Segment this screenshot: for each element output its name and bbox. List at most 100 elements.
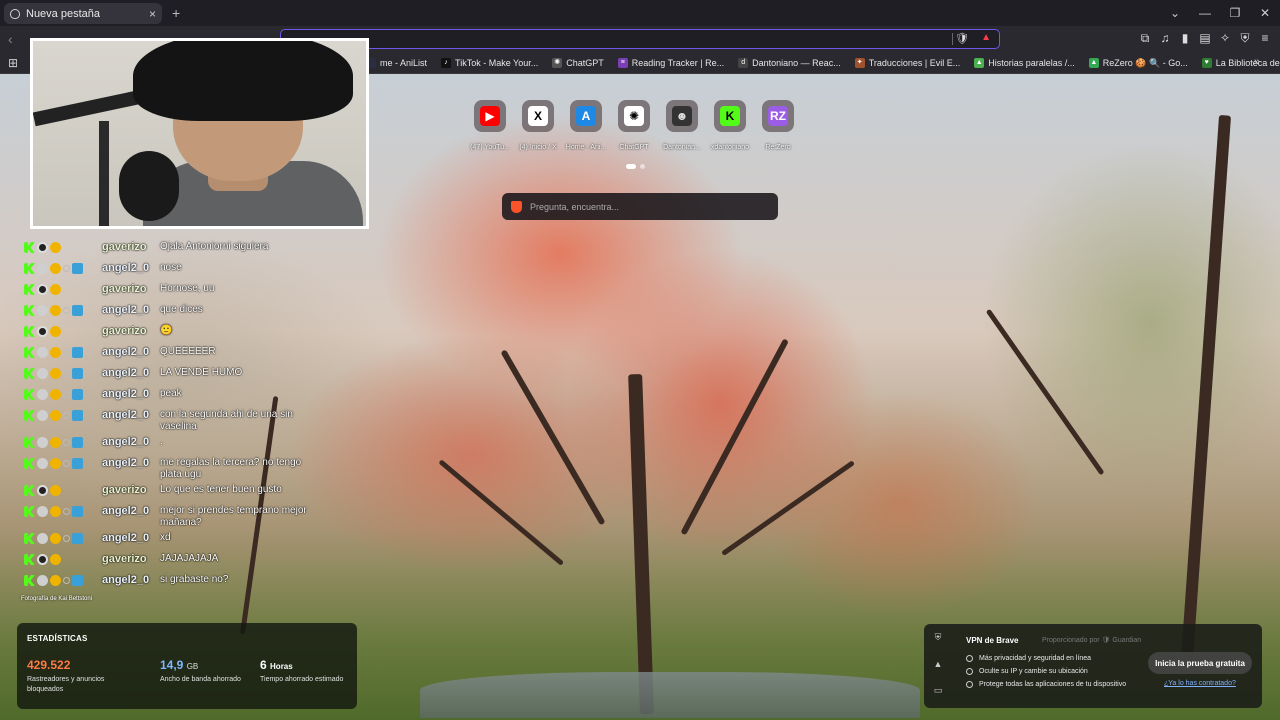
media-icon[interactable]: ♫	[1158, 31, 1172, 46]
chat-message: gaverizo Hornose, uu	[24, 280, 314, 301]
bookmark-item[interactable]: ✺ ChatGPT	[552, 58, 604, 68]
bookmark-favicon-icon: d	[738, 58, 749, 68]
top-site-icon: ▶	[480, 106, 500, 126]
pagination-dots	[626, 164, 645, 169]
address-bar[interactable]: 🛡 ▲	[280, 29, 1000, 49]
chat-message: angel2_0.	[24, 433, 314, 454]
stat-blocked-value: 429.522	[27, 658, 71, 672]
avatar-icon	[37, 410, 48, 421]
tab-search-icon[interactable]: ⌄	[1160, 6, 1190, 20]
bookmark-item[interactable]: d Dantoniano — Reac...	[738, 58, 841, 68]
chat-badges	[24, 301, 102, 320]
top-site-icon: RZ	[768, 106, 788, 126]
bookmark-label: La Biblioteca de Ech...	[1215, 58, 1280, 68]
chat-badges	[24, 385, 102, 404]
top-sites: ▶ (47) YouTu... X (4) Inicio / X A Home - Ani…	[470, 100, 794, 151]
more-bookmarks-icon[interactable]: »	[1254, 56, 1260, 68]
already-subscribed-link[interactable]: ¿Ya lo has contratado?	[1164, 680, 1236, 687]
bookmark-item[interactable]: ♪ TikTok - Make Your...	[441, 58, 538, 68]
leo-ai-icon[interactable]: ✧	[1218, 31, 1232, 46]
kick-icon	[24, 485, 35, 496]
stat-bandwidth-value: 14,9	[160, 658, 184, 672]
chat-badges	[24, 571, 102, 590]
top-site-tile[interactable]: RZ Re:Zero	[762, 100, 794, 151]
vpn-provider: Proporcionado por 🛡 Guardian	[1042, 637, 1142, 644]
avatar-icon	[37, 437, 48, 448]
bookmark-label: Reading Tracker | Re...	[631, 58, 725, 68]
wallet-icon[interactable]: ▤	[1198, 31, 1212, 46]
top-site-tile[interactable]: Kxdantoniano	[711, 100, 749, 151]
address-separator	[952, 33, 953, 45]
window-controls: ⌄ — ❐ ✕	[1160, 0, 1280, 26]
close-tab-icon[interactable]: ×	[149, 7, 156, 21]
verified-icon	[63, 349, 70, 356]
chat-text: Lo que es tener buen gusto	[160, 484, 282, 495]
brave-rewards-icon[interactable]: ▲	[981, 32, 991, 43]
verified-icon	[63, 265, 70, 272]
bookmark-label: TikTok - Make Your...	[455, 58, 539, 68]
start-trial-button[interactable]: Inicia la prueba gratuita	[1148, 652, 1252, 674]
chat-badges	[24, 259, 102, 278]
kick-icon	[24, 575, 35, 586]
kick-icon	[24, 437, 35, 448]
tab-new-tab[interactable]: Nueva pestaña ×	[4, 3, 162, 24]
search-input[interactable]	[530, 201, 769, 212]
chat-text: nose	[160, 262, 182, 273]
bookmark-label: ReZero 🍪 🔍 - Go...	[1102, 57, 1188, 68]
bookmark-item[interactable]: ≡ Reading Tracker | Re...	[617, 58, 725, 68]
alert-icon[interactable]: ▲	[934, 659, 943, 669]
apps-grid-icon[interactable]: ⊞	[8, 56, 18, 70]
avatar-icon	[37, 575, 48, 586]
bookmark-item[interactable]: ✦ Traducciones | Evil E...	[854, 58, 960, 68]
chat-username: angel2_0	[102, 388, 150, 400]
top-site-tile[interactable]: A Home - Ani...	[566, 100, 606, 151]
emote-badge-icon	[72, 347, 83, 358]
verified-icon	[63, 460, 70, 467]
chat-username: angel2_0	[102, 346, 150, 358]
bookmark-item[interactable]: me - AniList	[366, 58, 427, 68]
maximize-button[interactable]: ❐	[1220, 6, 1250, 20]
sidebar-icon[interactable]: ▮	[1178, 31, 1192, 46]
menu-icon[interactable]: ≡	[1258, 31, 1272, 46]
emote-badge-icon	[72, 389, 83, 400]
shield-icon[interactable]: ⛨	[935, 632, 942, 643]
chat-username: angel2_0	[102, 457, 150, 469]
bookmark-item[interactable]: ▲ ReZero 🍪 🔍 - Go...	[1088, 57, 1188, 69]
tab-bar: Nueva pestaña × + ⌄ — ❐ ✕	[0, 0, 1280, 26]
subscriber-badge-icon	[50, 437, 61, 448]
brave-shields-icon[interactable]: 🛡	[955, 32, 969, 45]
top-site-tile[interactable]: ▶ (47) YouTu...	[470, 100, 510, 151]
avatar-icon	[37, 554, 48, 565]
back-button[interactable]: ‹	[8, 31, 13, 47]
bookmark-item[interactable]: ♥La Biblioteca de Ech...	[1201, 58, 1280, 68]
subscriber-badge-icon	[50, 506, 61, 517]
chat-username: angel2_0	[102, 505, 150, 517]
top-site-tile-bg: X	[522, 100, 554, 132]
chat-text: .	[160, 436, 163, 447]
avatar-icon	[37, 326, 48, 337]
video-icon[interactable]: ▭	[934, 685, 943, 696]
avatar-icon	[37, 347, 48, 358]
subscriber-badge-icon	[50, 368, 61, 379]
emote-badge-icon	[72, 305, 83, 316]
close-window-button[interactable]: ✕	[1250, 6, 1280, 20]
subscriber-badge-icon	[50, 284, 61, 295]
chat-badges	[24, 550, 102, 569]
extensions-icon[interactable]: ⧉	[1138, 31, 1152, 46]
chat-text: si grabaste no?	[160, 574, 229, 585]
new-tab-button[interactable]: +	[172, 5, 180, 21]
top-site-tile[interactable]: X (4) Inicio / X	[519, 100, 557, 151]
kick-icon	[24, 368, 35, 379]
stat-blocked: 429.522 Rastreadores y anuncios bloquead…	[27, 658, 117, 695]
minimize-button[interactable]: —	[1190, 6, 1220, 20]
vpn-icon[interactable]: ⛨	[1238, 31, 1252, 46]
top-site-label: xdantoniano	[710, 144, 750, 151]
bookmark-item[interactable]: ▲ Historias paralelas /...	[974, 58, 1075, 68]
top-site-tile[interactable]: ☻ Dantonian...	[663, 100, 701, 151]
top-site-tile[interactable]: ✺ ChatGPT	[618, 100, 650, 151]
page-dot[interactable]	[640, 164, 645, 169]
bookmark-favicon-icon: ✦	[854, 58, 865, 68]
chat-message: angel2_0 xd	[24, 529, 314, 550]
page-dot-active[interactable]	[626, 164, 636, 169]
vpn-widget: ⛨ ▲ ▭ VPN de Brave Proporcionado por 🛡 G…	[924, 624, 1262, 708]
